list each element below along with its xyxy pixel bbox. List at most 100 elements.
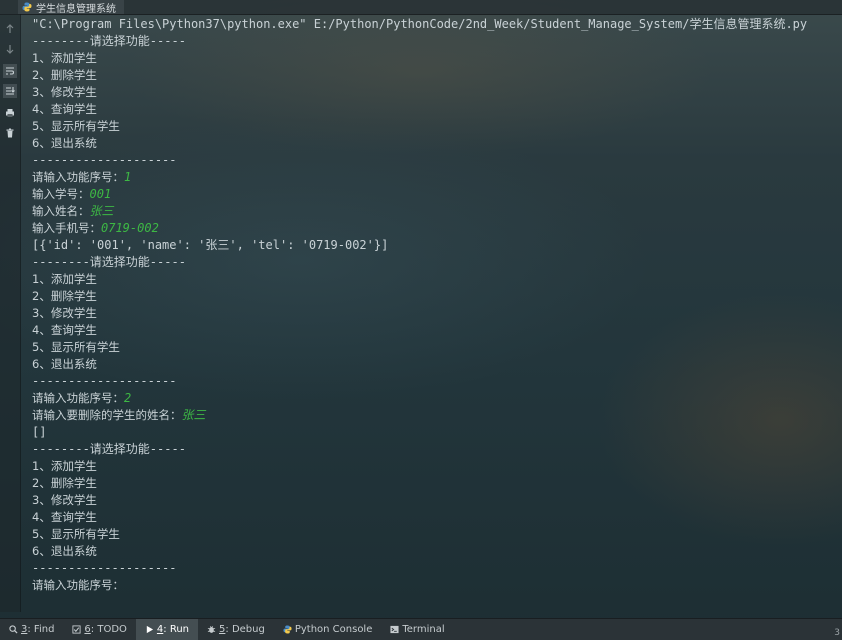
tool-button-text: : Find: [27, 624, 55, 635]
tool-button-label: 6: TODO: [84, 624, 126, 635]
console-text-line: 2、删除学生: [32, 288, 832, 305]
console-text: 6、退出系统: [32, 544, 97, 558]
tool-button-text: Terminal: [402, 624, 445, 635]
console-text-line: []: [32, 424, 832, 441]
tool-button-terminal[interactable]: Terminal: [381, 619, 453, 640]
terminal-icon: [390, 625, 399, 634]
console-text-line: [{'id': '001', 'name': '张三', 'tel': '071…: [32, 237, 832, 254]
user-input-text: 2: [124, 391, 132, 405]
corner-indicator: 3: [834, 628, 840, 638]
tool-button-text: : Debug: [225, 624, 265, 635]
console-text: 1、添加学生: [32, 272, 97, 286]
scroll-to-end-icon[interactable]: [3, 84, 17, 98]
console-text: 2、删除学生: [32, 476, 97, 490]
console-text-line: 1、添加学生: [32, 50, 832, 67]
console-lines: --------请选择功能----- 1、添加学生 2、删除学生 3、修改学生 4、查询…: [32, 33, 832, 594]
user-input-text: 0719-002: [101, 221, 159, 235]
up-arrow-icon[interactable]: [3, 22, 17, 36]
tool-button-text: : Run: [163, 624, 190, 635]
console-text-line: 2、删除学生: [32, 67, 832, 84]
user-input-text: 张三: [89, 204, 114, 218]
console-text: 2、删除学生: [32, 68, 97, 82]
console-text-line: --------------------: [32, 152, 832, 169]
console-text: --------------------: [32, 561, 177, 575]
debug-icon: [207, 625, 216, 634]
console-text: 5、显示所有学生: [32, 527, 120, 541]
tool-window-buttons: 3: Find 6: TODO 4: Run 5: Debug Python Conso…: [0, 619, 454, 640]
user-input-text: 001: [89, 187, 112, 201]
console-text-line: --------------------: [32, 373, 832, 390]
console-text: 6、退出系统: [32, 136, 97, 150]
console-text-line: 1、添加学生: [32, 271, 832, 288]
python-console-icon: [283, 625, 292, 634]
console-text-line: --------请选择功能-----: [32, 254, 832, 271]
console-text: 2、删除学生: [32, 289, 97, 303]
console-text-line: 3、修改学生: [32, 305, 832, 322]
console-text: 请输入功能序号：: [32, 391, 124, 405]
console-prompt-line: 请输入功能序号：: [32, 577, 832, 594]
tool-button-run[interactable]: 4: Run: [135, 619, 199, 640]
down-arrow-icon[interactable]: [3, 42, 17, 56]
todo-icon: [72, 625, 81, 634]
console-text-line: --------请选择功能-----: [32, 441, 832, 458]
trash-icon[interactable]: [3, 126, 17, 140]
tool-button-label: Terminal: [402, 624, 444, 635]
console-text-line: 4、查询学生: [32, 509, 832, 526]
tool-button-text: Python Console: [294, 624, 373, 635]
user-input-text: 张三: [181, 408, 206, 422]
console-text-line: 5、显示所有学生: [32, 526, 832, 543]
console-text: 输入学号：: [32, 187, 90, 201]
console-text: 请输入要删除的学生的姓名：: [32, 408, 182, 422]
console-text-line: 6、退出系统: [32, 135, 832, 152]
find-icon: [9, 625, 18, 634]
console-text: 6、退出系统: [32, 357, 97, 371]
interpreter-path-line: "C:\Program Files\Python37\python.exe" E…: [32, 17, 808, 31]
tool-button-debug[interactable]: 5: Debug: [198, 619, 274, 640]
console-prompt-line: 输入姓名：张三: [32, 203, 832, 220]
console-text-line: 3、修改学生: [32, 84, 832, 101]
console-text: 5、显示所有学生: [32, 119, 120, 133]
console-text-line: 6、退出系统: [32, 356, 832, 373]
console-text: --------请选择功能-----: [32, 34, 186, 48]
python-icon: [22, 2, 32, 12]
console-prompt-line: 请输入要删除的学生的姓名：张三: [32, 407, 832, 424]
console-text-line: 1、添加学生: [32, 458, 832, 475]
console-prompt-line: 请输入功能序号：2: [32, 390, 832, 407]
tool-button-todo[interactable]: 6: TODO: [63, 619, 135, 640]
console-text-line: --------请选择功能-----: [32, 33, 832, 50]
run-config-tab[interactable]: 学生信息管理系统: [18, 0, 124, 15]
tool-button-label: 4: Run: [157, 624, 189, 635]
print-icon[interactable]: [3, 106, 17, 120]
tool-button-label: 3: Find: [21, 624, 54, 635]
console-text-line: 4、查询学生: [32, 101, 832, 118]
tool-button-find[interactable]: 3: Find: [0, 619, 63, 640]
console-text: 4、查询学生: [32, 510, 97, 524]
console-prompt-line: 输入手机号：0719-002: [32, 220, 832, 237]
tool-button-python-console[interactable]: Python Console: [274, 619, 382, 640]
tool-button-label: 5: Debug: [219, 624, 265, 635]
console-text: 请输入功能序号：: [32, 578, 124, 592]
console-text-line: --------------------: [32, 560, 832, 577]
console-text: 1、添加学生: [32, 51, 97, 65]
console-text: 输入手机号：: [32, 221, 101, 235]
tool-button-text: : TODO: [90, 624, 127, 635]
console-text: 请输入功能序号：: [32, 170, 124, 184]
console-text: --------------------: [32, 374, 177, 388]
console-text: 输入姓名：: [32, 204, 90, 218]
console-output[interactable]: "C:\Program Files\Python37\python.exe" E…: [32, 16, 832, 594]
tool-button-label: Python Console: [295, 624, 373, 635]
console-text: 3、修改学生: [32, 493, 97, 507]
tab-title: 学生信息管理系统: [36, 3, 116, 15]
console-text: 1、添加学生: [32, 459, 97, 473]
console-text-line: 5、显示所有学生: [32, 118, 832, 135]
run-icon: [145, 625, 154, 634]
console-text: 3、修改学生: [32, 85, 97, 99]
console-text-line: 4、查询学生: [32, 322, 832, 339]
console-text-line: 5、显示所有学生: [32, 339, 832, 356]
tool-window-bar: 3: Find 6: TODO 4: Run 5: Debug Python Conso…: [0, 618, 842, 640]
console-text: [{'id': '001', 'name': '张三', 'tel': '071…: [32, 238, 389, 252]
user-input-text: 1: [124, 170, 132, 184]
soft-wrap-icon[interactable]: [3, 64, 17, 78]
console-prompt-line: 请输入功能序号：1: [32, 169, 832, 186]
console-text: --------------------: [32, 153, 177, 167]
